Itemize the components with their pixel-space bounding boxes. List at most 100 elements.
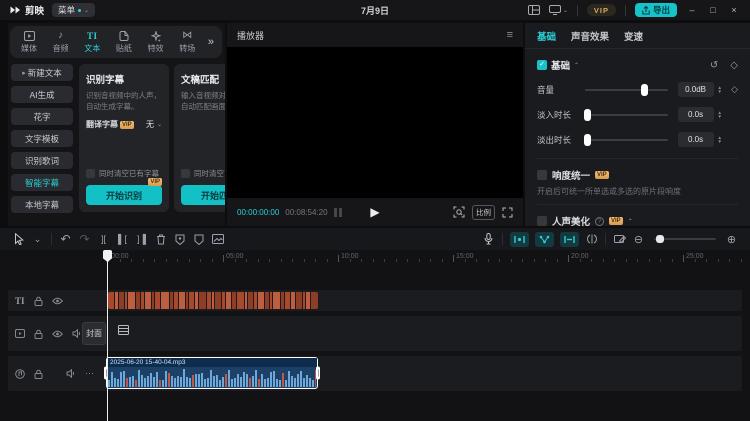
start-recognize-button[interactable]: 开始识别 [86,185,162,205]
subtitle-segment[interactable] [136,292,140,309]
media-tab-转场[interactable]: ⋈转场 [176,30,198,54]
media-tab-文本[interactable]: TI文本 [81,30,103,54]
menu-button[interactable]: 菜单 ⌄ [52,3,95,17]
track-height-button[interactable] [610,231,629,247]
subtitle-segment[interactable] [273,292,280,309]
voice-beautify-checkbox[interactable] [537,216,547,226]
sidebar-item-智能字幕[interactable]: 智能字幕 [11,174,73,191]
subtitle-segment[interactable] [207,292,211,309]
subtitle-segment[interactable] [270,292,272,309]
video-viewport[interactable] [227,47,523,198]
volume-slider[interactable] [585,89,668,91]
subtitle-segment[interactable] [212,292,214,309]
fit-preview-icon[interactable] [453,206,465,218]
clear-subtitles-checkbox[interactable] [86,169,95,178]
cover-button[interactable]: 封面 [82,322,106,345]
timeline-zoom-thumb[interactable] [656,235,664,243]
sidebar-item-新建文本[interactable]: ▸新建文本 [11,64,73,81]
chevron-up-icon[interactable]: ⌃ [628,218,633,225]
subtitle-segment[interactable] [306,292,310,309]
sidebar-item-花字[interactable]: 花字 [11,108,73,125]
reset-icon[interactable]: ↺ [710,60,718,71]
sidebar-item-识别歌词[interactable]: 识别歌词 [11,152,73,169]
sidebar-item-文字模板[interactable]: 文字模板 [11,130,73,147]
maximize-button[interactable]: □ [707,5,719,15]
mask-button[interactable] [189,231,208,247]
visibility-icon[interactable] [52,330,63,338]
subtitle-segment[interactable] [155,292,160,309]
subtitle-segment[interactable] [199,292,206,309]
loudness-checkbox[interactable] [537,170,547,180]
select-tool-button[interactable] [9,231,28,247]
timeline-zoom-slider[interactable] [654,238,716,240]
mute-icon[interactable] [66,369,76,378]
subtitle-segment[interactable] [232,292,236,309]
subtitle-segment[interactable] [174,292,178,309]
subtitle-segment[interactable] [189,292,194,309]
subtitle-segment[interactable] [119,292,124,309]
subtitle-segment[interactable] [248,292,253,309]
subtitle-segment[interactable] [128,292,135,309]
subtitle-segment[interactable] [108,292,114,309]
crop-image-button[interactable] [208,231,227,247]
subtitle-segment[interactable] [215,292,221,309]
subtitle-segment[interactable] [145,292,151,309]
delete-left-button[interactable]: ▌[ [113,231,132,247]
separate-track-button[interactable] [582,231,601,247]
subtitle-segment[interactable] [115,292,118,309]
tab-basic[interactable]: 基础 [537,29,556,43]
minimize-button[interactable]: – [686,5,698,15]
subtitle-segment[interactable] [285,292,290,309]
subtitle-segment[interactable] [265,292,269,309]
subtitle-clips[interactable] [108,292,318,309]
freeze-frame-button[interactable] [170,231,189,247]
fade-in-slider[interactable] [585,114,668,116]
media-tab-媒体[interactable]: 媒体 [18,30,40,54]
fade-out-slider[interactable] [585,139,668,141]
display-mode-button[interactable]: ⌄ [549,5,568,15]
clear-subtitles-checkbox[interactable] [181,169,190,178]
video-clip-thumbnail[interactable] [118,325,129,335]
subtitle-segment[interactable] [291,292,295,309]
subtitle-segment[interactable] [179,292,185,309]
subtitle-segment[interactable] [237,292,244,309]
more-options-icon[interactable]: ⋯ [85,368,95,379]
subtitle-segment[interactable] [226,292,231,309]
playhead[interactable] [107,250,108,421]
media-tab-贴纸[interactable]: 贴纸 [113,30,135,54]
fade-in-stepper[interactable]: ▲▼ [718,111,722,119]
lock-icon[interactable] [34,296,43,306]
fade-in-slider-thumb[interactable] [584,109,591,121]
tab-sound-effects[interactable]: 声音效果 [571,29,609,43]
linkage-toggle[interactable] [535,232,554,247]
subtitle-segment[interactable] [311,292,318,309]
start-match-button[interactable]: 开始匹配 [181,185,225,205]
lock-icon[interactable] [34,369,43,379]
visibility-icon[interactable] [52,297,63,305]
sidebar-item-本地字幕[interactable]: 本地字幕 [11,196,73,213]
more-tabs-button[interactable]: » [208,36,214,48]
volume-value[interactable]: 0.0dB [678,82,714,97]
subtitle-segment[interactable] [254,292,257,309]
keyframe-icon[interactable]: ◇ [730,60,738,71]
timeline-zoom-in-icon[interactable]: ⊕ [722,231,741,247]
subtitle-segment[interactable] [258,292,264,309]
tab-speed[interactable]: 变速 [624,29,643,43]
fade-out-value[interactable]: 0.0s [678,132,714,147]
lock-icon[interactable] [34,329,43,339]
audio-clip[interactable]: 2025-06-20 15-40-04.mp3 [106,357,318,389]
undo-button[interactable]: ↶ [56,231,75,247]
subtitle-segment[interactable] [245,292,247,309]
split-button[interactable]: ][ [94,231,113,247]
redo-button[interactable]: ↷ [75,231,94,247]
layout-panels-icon[interactable] [528,5,540,15]
close-button[interactable]: × [728,5,740,15]
chevron-down-icon[interactable]: ⌄ [28,231,47,247]
fade-out-stepper[interactable]: ▲▼ [718,136,722,144]
play-button[interactable]: ▶ [370,205,379,219]
timeline-zoom-out-icon[interactable]: ⊖ [629,231,648,247]
subtitle-segment[interactable] [170,292,173,309]
sidebar-item-AI生成[interactable]: AI生成 [11,86,73,103]
fade-in-value[interactable]: 0.0s [678,107,714,122]
subtitle-segment[interactable] [141,292,144,309]
